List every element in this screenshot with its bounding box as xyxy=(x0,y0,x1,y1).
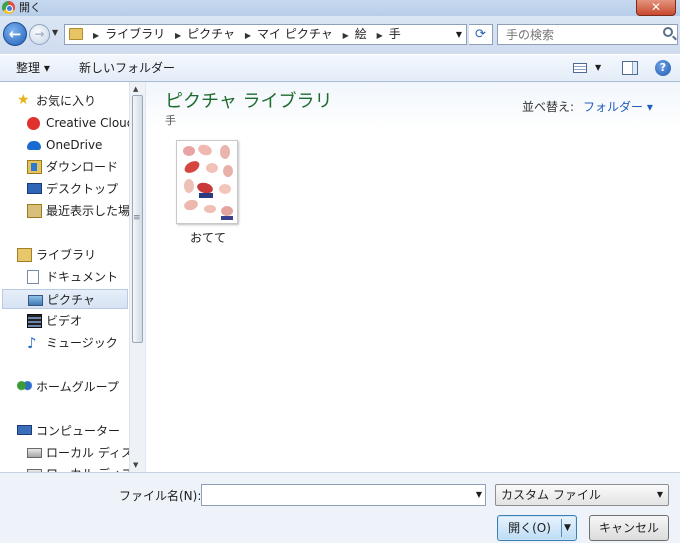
search-icon[interactable] xyxy=(663,27,673,37)
view-options-icon[interactable] xyxy=(573,63,587,73)
recent-places-icon xyxy=(27,204,42,218)
refresh-icon[interactable]: ⟳ xyxy=(469,24,493,45)
pictures-icon xyxy=(28,295,43,306)
breadcrumb-item[interactable]: ライブラリ xyxy=(105,27,165,41)
downloads-folder-icon xyxy=(27,160,42,174)
scrollbar-grip-icon: ≡ xyxy=(133,213,141,223)
video-icon xyxy=(27,314,42,328)
breadcrumb-separator-icon[interactable]: ▶ xyxy=(93,31,99,40)
arrange-by-label: 並べ替え: xyxy=(522,100,575,114)
address-bar[interactable]: ▶ ライブラリ ▶ ピクチャ ▶ マイ ピクチャ ▶ 絵 ▶ 手 ▼ xyxy=(64,24,467,45)
filetype-value: カスタム ファイル xyxy=(501,488,601,502)
arrange-by-dropdown[interactable]: フォルダー ▾ xyxy=(583,98,653,115)
address-dropdown-icon[interactable]: ▼ xyxy=(456,25,462,44)
onedrive-cloud-icon xyxy=(27,141,41,150)
file-list-area: ピクチャ ライブラリ 手 並べ替え: フォルダー ▾ おてて xyxy=(146,82,680,472)
sidebar-scrollbar[interactable]: ▲ ≡ ▼ xyxy=(129,82,145,472)
title-bar: 開く ✕ xyxy=(0,0,680,16)
open-dropdown-icon[interactable]: ▼ xyxy=(564,516,571,540)
filename-label: ファイル名(N): xyxy=(119,489,202,503)
open-button[interactable]: 開く(O) ▼ xyxy=(497,515,577,541)
library-header: ピクチャ ライブラリ 手 並べ替え: フォルダー ▾ xyxy=(146,82,680,130)
breadcrumb-item[interactable]: 手 xyxy=(389,27,401,41)
desktop-icon xyxy=(27,183,42,194)
filename-input[interactable] xyxy=(205,485,465,505)
command-bar: 整理 ▾ 新しいフォルダー ▼ ? xyxy=(0,54,680,82)
folder-icon xyxy=(69,28,83,40)
star-icon: ★ xyxy=(17,92,30,108)
breadcrumb: ▶ ライブラリ ▶ ピクチャ ▶ マイ ピクチャ ▶ 絵 ▶ 手 xyxy=(87,25,401,44)
breadcrumb-separator-icon[interactable]: ▶ xyxy=(377,31,383,40)
split-divider xyxy=(561,519,562,537)
organize-button[interactable]: 整理 ▾ xyxy=(16,55,50,82)
library-subtitle: 手 xyxy=(165,114,176,127)
back-button[interactable]: ← xyxy=(3,22,27,46)
breadcrumb-item[interactable]: ピクチャ xyxy=(187,27,235,41)
navigation-pane: ★ お気に入り Creative Cloud OneDrive ダウンロード デ… xyxy=(0,82,145,472)
search-input[interactable] xyxy=(504,25,654,44)
close-button[interactable]: ✕ xyxy=(636,0,676,16)
new-folder-button[interactable]: 新しいフォルダー xyxy=(79,55,175,82)
breadcrumb-item[interactable]: マイ ピクチャ xyxy=(257,27,333,41)
image-thumbnail-icon xyxy=(176,140,238,224)
file-item[interactable]: おてて xyxy=(172,140,244,250)
cancel-button[interactable]: キャンセル xyxy=(589,515,669,541)
documents-icon xyxy=(27,270,39,284)
creative-cloud-icon xyxy=(27,117,40,130)
forward-button[interactable]: → xyxy=(29,24,50,45)
breadcrumb-separator-icon[interactable]: ▶ xyxy=(343,31,349,40)
window-title: 開く xyxy=(19,1,41,14)
recent-pages-dropdown-icon[interactable]: ▼ xyxy=(52,26,62,40)
breadcrumb-separator-icon[interactable]: ▶ xyxy=(245,31,251,40)
local-disk-icon xyxy=(27,448,42,458)
file-name: おてて xyxy=(189,231,226,245)
help-icon[interactable]: ? xyxy=(655,60,671,76)
computer-icon xyxy=(17,425,32,435)
library-icon xyxy=(17,248,32,262)
chevron-down-icon[interactable]: ▼ xyxy=(476,485,482,505)
preview-pane-icon[interactable] xyxy=(622,61,638,75)
scroll-up-icon[interactable]: ▲ xyxy=(133,85,138,93)
chrome-app-icon xyxy=(2,1,15,14)
homegroup-icon xyxy=(17,380,32,394)
view-dropdown-icon[interactable]: ▼ xyxy=(595,55,601,81)
filename-combobox[interactable]: ▼ xyxy=(201,484,486,506)
breadcrumb-separator-icon[interactable]: ▶ xyxy=(175,31,181,40)
filetype-select[interactable]: カスタム ファイル ▼ xyxy=(495,484,669,506)
search-box[interactable] xyxy=(497,24,678,45)
scroll-down-icon[interactable]: ▼ xyxy=(133,461,138,469)
music-icon: ♪ xyxy=(27,334,37,352)
navigation-bar: ← → ▼ ▶ ライブラリ ▶ ピクチャ ▶ マイ ピクチャ ▶ 絵 ▶ 手 ▼ ⟳ xyxy=(0,16,680,54)
open-button-label[interactable]: 開く(O) xyxy=(498,516,561,540)
sidebar-item-pictures[interactable]: ピクチャ xyxy=(2,289,128,309)
breadcrumb-item[interactable]: 絵 xyxy=(355,27,367,41)
chevron-down-icon[interactable]: ▼ xyxy=(657,485,663,505)
library-title: ピクチャ ライブラリ xyxy=(165,91,333,112)
dialog-footer: ファイル名(N): ▼ カスタム ファイル ▼ 開く(O) ▼ キャンセル xyxy=(0,472,680,543)
